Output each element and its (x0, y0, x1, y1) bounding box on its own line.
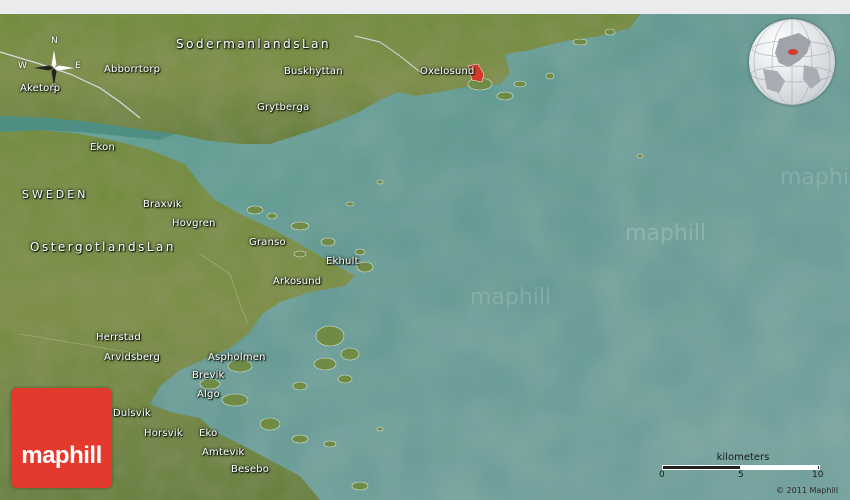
place-label: Aketorp (20, 83, 61, 94)
terrain-layer: maphill maphill maphill (0, 14, 850, 500)
copyright-notice: © 2011 Maphill (776, 486, 839, 495)
region-label-sodermanland: SodermanlandsLan (176, 37, 332, 51)
place-label: Aspholmen (208, 352, 266, 363)
sea-watermark: maphill (625, 221, 706, 246)
scale-bar-segment (740, 466, 818, 469)
place-label: Amtevik (202, 447, 245, 458)
scale-tick: 0 (659, 470, 665, 480)
scale-tick: 10 (812, 470, 824, 480)
globe-icon (749, 19, 835, 105)
country-label-sweden: SWEDEN (22, 188, 89, 201)
place-label: Oxelosund (420, 66, 475, 77)
place-label: Besebo (231, 464, 270, 475)
place-label: Brevik (192, 370, 225, 381)
map-view[interactable]: maphill maphill maphill N S W E Soderman… (0, 14, 850, 500)
place-label: Algo (197, 389, 220, 400)
place-label: Horsvik (144, 428, 183, 439)
sea-watermark-2: maphill (470, 285, 551, 310)
place-label: Ekhult (326, 256, 359, 267)
scale-bar: kilometers 0 5 10 (659, 452, 827, 486)
place-label: Hovgren (172, 218, 216, 229)
place-label: Granso (249, 237, 286, 248)
place-label: Buskhyttan (284, 66, 343, 77)
place-label: Arvidsberg (104, 352, 160, 363)
locator-globe[interactable] (749, 19, 835, 105)
place-label: Ekon (90, 142, 116, 153)
compass-north: N (51, 36, 58, 46)
scale-title: kilometers (716, 452, 770, 463)
sea-watermark-3: maphill (780, 165, 850, 190)
place-label: Dulsvik (113, 408, 151, 419)
place-label: Abborrtorp (104, 64, 161, 75)
maphill-logo[interactable]: maphill (11, 388, 112, 488)
place-label: Arkosund (273, 276, 322, 287)
logo-text: maphill (21, 442, 102, 469)
compass-west: W (18, 61, 27, 71)
compass-east: E (75, 61, 81, 71)
place-label: Grytberga (257, 102, 310, 113)
region-label-ostergotland: OstergotlandsLan (30, 240, 176, 254)
scale-tick: 5 (738, 470, 744, 480)
place-label: Eko (199, 428, 218, 439)
place-label: Braxvik (143, 199, 182, 210)
compass-rose-icon (34, 50, 74, 86)
place-label: Herrstad (96, 332, 141, 343)
